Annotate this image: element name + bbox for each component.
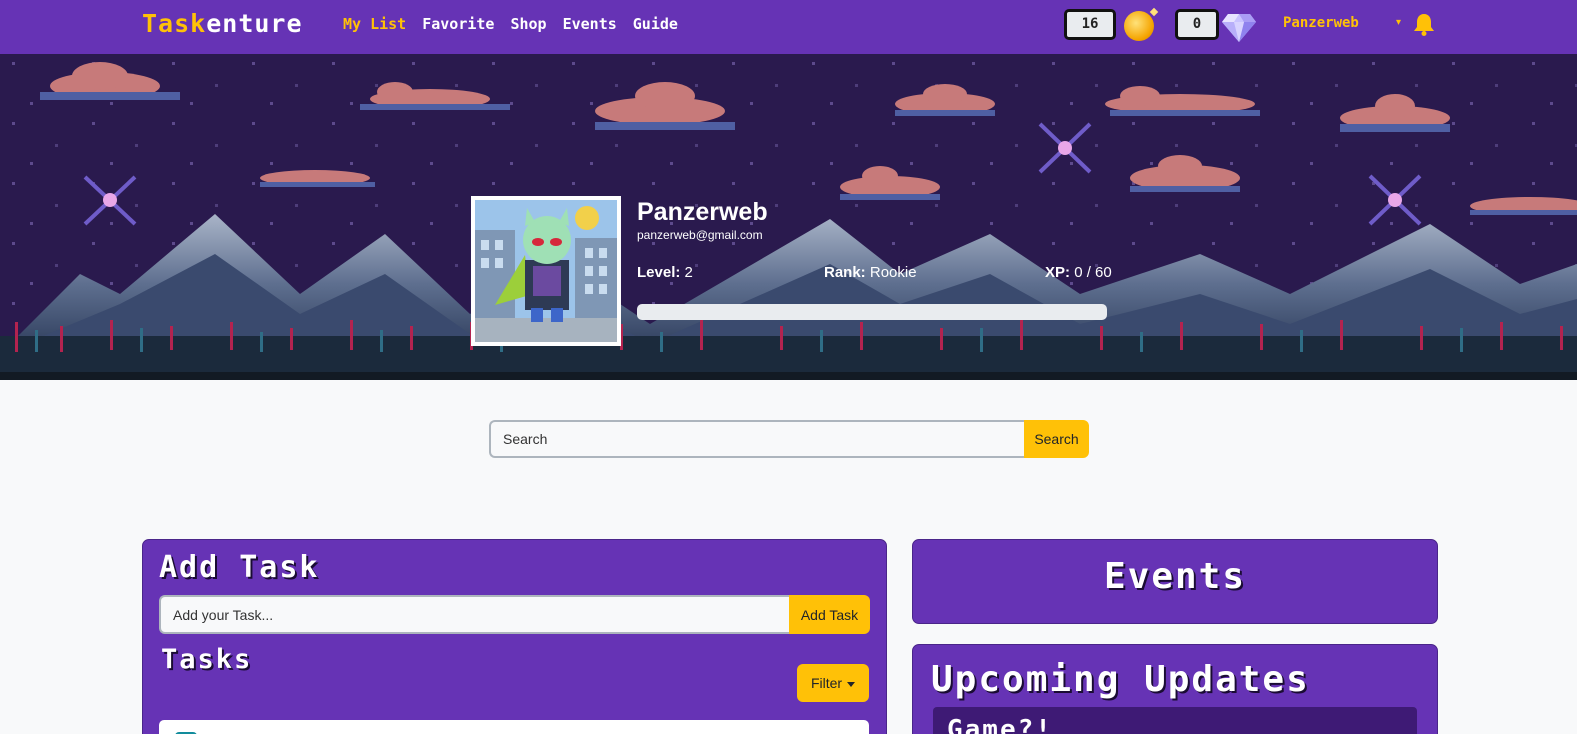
- avatar-image: [475, 200, 617, 342]
- add-task-button[interactable]: Add Task: [789, 595, 870, 634]
- level-label: Level:: [637, 264, 681, 281]
- search-button[interactable]: Search: [1024, 420, 1089, 458]
- user-menu[interactable]: Panzerweb: [1283, 15, 1359, 31]
- gem-count: 0: [1175, 9, 1219, 40]
- xp-stat: XP: 0 / 60: [1045, 264, 1112, 281]
- avatar[interactable]: [471, 196, 621, 346]
- brand-part-task: Task: [142, 9, 207, 38]
- rank-stat: Rank: Rookie: [824, 264, 917, 281]
- xp-progress-bar: [637, 304, 1107, 320]
- nav-link-shop[interactable]: Shop: [510, 15, 546, 33]
- updates-title: Upcoming Updates: [931, 659, 1310, 700]
- brand-part-enture: enture: [206, 9, 303, 38]
- events-card: Events: [912, 539, 1438, 624]
- coin-icon: [1124, 11, 1154, 41]
- nav-links: My List Favorite Shop Events Guide: [343, 15, 678, 33]
- xp-label: XP:: [1045, 264, 1071, 281]
- level-stat: Level: 2: [637, 264, 693, 281]
- updates-card: Upcoming Updates Game?!: [912, 644, 1438, 734]
- bell-icon[interactable]: [1413, 12, 1435, 41]
- search-input[interactable]: [489, 420, 1024, 458]
- chevron-down-icon[interactable]: ▾: [1396, 17, 1401, 28]
- rank-label: Rank:: [824, 264, 866, 281]
- add-task-form: Add Task: [159, 595, 870, 634]
- level-value: 2: [684, 264, 693, 281]
- xp-value: 0 / 60: [1074, 264, 1112, 281]
- tasks-title: Tasks: [161, 644, 253, 675]
- nav-link-guide[interactable]: Guide: [633, 15, 678, 33]
- coin-count: 16: [1064, 9, 1116, 40]
- update-item: Game?!: [933, 707, 1417, 734]
- profile-hero: Panzerweb panzerweb@gmail.com Level: 2 R…: [0, 54, 1577, 380]
- brand-logo[interactable]: Taskenture: [142, 9, 303, 38]
- filter-button[interactable]: Filter: [797, 664, 869, 702]
- events-title: Events: [1103, 556, 1247, 597]
- task-card: Add Task Add Task Tasks Filter: [142, 539, 887, 734]
- caret-down-icon: [847, 681, 856, 687]
- nav-link-my-list[interactable]: My List: [343, 15, 406, 33]
- rank-value: Rookie: [869, 264, 917, 281]
- hero-background: [0, 54, 1577, 380]
- search-form: Search: [489, 420, 1089, 458]
- nav-link-favorite[interactable]: Favorite: [422, 15, 494, 33]
- add-task-title: Add Task: [159, 550, 320, 585]
- profile-email: panzerweb@gmail.com: [637, 228, 763, 242]
- filter-label: Filter: [810, 675, 843, 691]
- profile-name: Panzerweb: [637, 198, 768, 226]
- task-input[interactable]: [159, 595, 789, 634]
- task-list: [159, 720, 869, 734]
- nav-link-events[interactable]: Events: [563, 15, 617, 33]
- navbar: Taskenture My List Favorite Shop Events …: [0, 0, 1577, 54]
- update-item-title: Game?!: [947, 715, 1053, 734]
